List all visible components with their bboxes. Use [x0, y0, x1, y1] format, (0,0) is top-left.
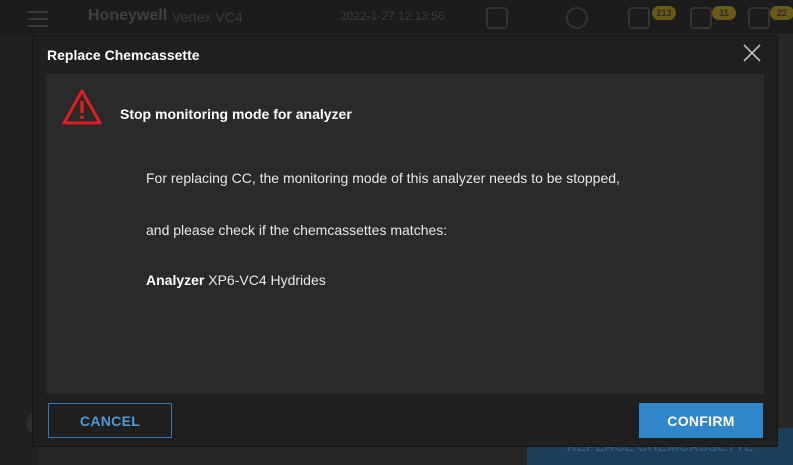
close-icon	[743, 44, 761, 62]
analyzer-info: Analyzer XP6-VC4 Hydrides	[146, 272, 326, 288]
message-line-2: and please check if the chemcassettes ma…	[146, 222, 448, 238]
confirm-button[interactable]: CONFIRM	[639, 403, 763, 438]
dialog-title: Replace Chemcassette	[47, 47, 200, 63]
analyzer-label: Analyzer	[146, 272, 205, 288]
fault-badge: 11	[712, 6, 736, 20]
analyzer-value: XP6-VC4 Hydrides	[208, 272, 326, 288]
datetime: 2022-1-27 12:13:56	[340, 9, 445, 23]
replace-chemcassette-dialog: Replace Chemcassette Stop monitoring mod…	[33, 36, 777, 446]
bell-icon	[566, 7, 588, 29]
list-badge: 22	[770, 6, 793, 20]
warning-triangle-icon	[62, 89, 102, 125]
fault-icon	[690, 7, 712, 29]
brand-logo: Honeywell	[88, 7, 168, 24]
list-icon	[748, 7, 770, 29]
dialog-body: Stop monitoring mode for analyzer For re…	[46, 74, 764, 394]
device-name: Vertex VC4	[172, 9, 243, 25]
network-icon	[486, 7, 508, 29]
dialog-header: Replace Chemcassette	[33, 36, 777, 74]
alarm-icon	[628, 7, 650, 29]
message-line-1: For replacing CC, the monitoring mode of…	[146, 170, 620, 186]
app-topbar: Honeywell Vertex VC4 2022-1-27 12:13:56 …	[0, 0, 793, 34]
menu-icon	[28, 11, 48, 27]
close-button[interactable]	[739, 40, 765, 66]
warning-title: Stop monitoring mode for analyzer	[120, 106, 352, 122]
cancel-button[interactable]: CANCEL	[48, 403, 172, 438]
dialog-footer: CANCEL CONFIRM	[33, 394, 777, 446]
alarm-badge: 213	[652, 6, 676, 20]
